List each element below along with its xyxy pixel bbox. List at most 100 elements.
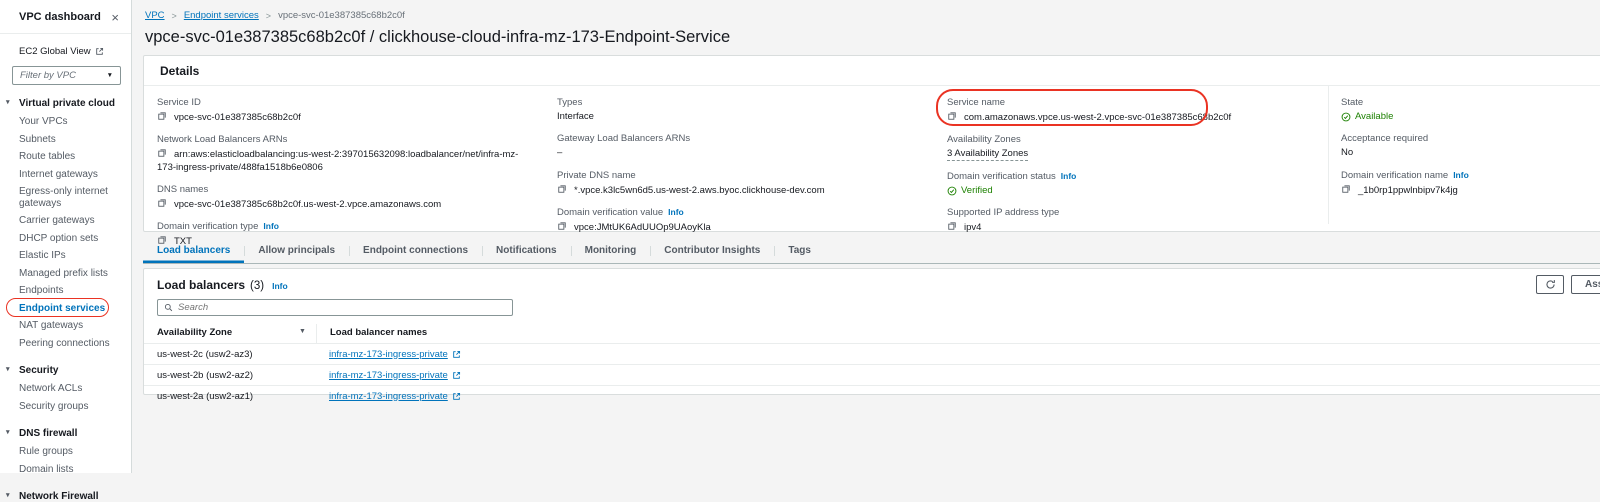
dns-names-value: vpce-svc-01e387385c68b2c0f.us-west-2.vpc… <box>174 199 441 210</box>
section-label: Virtual private cloud <box>19 98 115 109</box>
sidebar-section-header-dns-firewall[interactable]: ▾ DNS firewall <box>0 428 131 439</box>
availability-zone-cell: us-west-2a (usw2-az1) <box>144 386 316 406</box>
sidebar-item-endpoints[interactable]: Endpoints <box>0 282 131 300</box>
copy-icon[interactable] <box>947 221 957 231</box>
availability-zones-link[interactable]: 3 Availability Zones <box>947 148 1028 161</box>
service-name-value: com.amazonaws.vpce.us-west-2.vpce-svc-01… <box>964 112 1231 123</box>
field-label: Private DNS name <box>557 170 927 181</box>
sidebar-section-network-firewall: ▾ Network Firewall <box>0 491 131 502</box>
sidebar-item-domain-lists[interactable]: Domain lists <box>0 461 131 479</box>
column-divider <box>1328 86 1329 224</box>
sidebar-section-header-security[interactable]: ▾ Security <box>0 365 131 376</box>
verified-status-badge: Verified <box>947 185 1307 197</box>
copy-icon[interactable] <box>557 184 567 194</box>
copy-icon[interactable] <box>157 148 167 158</box>
info-link[interactable]: Info <box>272 281 288 291</box>
info-link[interactable]: Info <box>668 207 684 217</box>
close-icon[interactable]: × <box>111 13 119 22</box>
vpc-filter-select[interactable]: Filter by VPC ▼ <box>12 66 121 85</box>
load-balancer-link-text: infra-mz-173-ingress-private <box>329 391 448 402</box>
label-text: Domain verification value <box>557 207 663 218</box>
availability-zone-cell: us-west-2b (usw2-az2) <box>144 365 316 385</box>
sidebar-section-header-vpc[interactable]: ▾ Virtual private cloud <box>0 98 131 109</box>
sidebar-item-nat-gateways[interactable]: NAT gateways <box>0 317 131 335</box>
detail-tabs: Load balancers Allow principals Endpoint… <box>143 239 1600 264</box>
column-header-label: Load balancer names <box>330 327 427 338</box>
sidebar-item-elastic-ips[interactable]: Elastic IPs <box>0 247 131 265</box>
load-balancer-link[interactable]: infra-mz-173-ingress-private <box>329 370 461 381</box>
tab-allow-principals[interactable]: Allow principals <box>244 239 349 263</box>
copy-icon[interactable] <box>157 111 167 121</box>
info-link[interactable]: Info <box>263 221 279 231</box>
field-value: vpce-svc-01e387385c68b2c0f <box>157 111 535 124</box>
chevron-down-icon: ▼ <box>107 72 113 79</box>
sidebar-item-subnets[interactable]: Subnets <box>0 131 131 149</box>
breadcrumb-vpc[interactable]: VPC <box>145 10 165 21</box>
search-box[interactable] <box>157 299 513 316</box>
load-balancer-link-text: infra-mz-173-ingress-private <box>329 370 448 381</box>
load-balancers-header: Load balancers (3) Info <box>144 269 1600 292</box>
vpc-sidebar: VPC dashboard × EC2 Global View Filter b… <box>0 0 132 473</box>
service-id-value: vpce-svc-01e387385c68b2c0f <box>174 112 301 123</box>
search-input[interactable] <box>178 302 506 313</box>
ec2-global-view-link[interactable]: EC2 Global View <box>19 46 131 57</box>
sidebar-section-header-network-firewall[interactable]: ▾ Network Firewall <box>0 491 131 502</box>
associate-button[interactable]: Asso <box>1571 275 1600 294</box>
label-text: Domain verification status <box>947 171 1056 182</box>
sidebar-item-rule-groups[interactable]: Rule groups <box>0 443 131 461</box>
field-glb-arns: Gateway Load Balancers ARNs – <box>557 133 927 159</box>
check-circle-icon <box>1341 112 1351 122</box>
sidebar-item-your-vpcs[interactable]: Your VPCs <box>0 113 131 131</box>
field-label: Domain verification type Info <box>157 221 535 232</box>
state-text: Available <box>1355 111 1393 123</box>
refresh-button[interactable] <box>1536 275 1564 294</box>
tab-tags[interactable]: Tags <box>774 239 825 263</box>
tab-monitoring[interactable]: Monitoring <box>571 239 651 263</box>
tab-load-balancers[interactable]: Load balancers <box>143 239 244 263</box>
breadcrumb-current: vpce-svc-01e387385c68b2c0f <box>278 10 405 21</box>
copy-icon[interactable] <box>157 198 167 208</box>
sidebar-item-internet-gateways[interactable]: Internet gateways <box>0 166 131 184</box>
field-label: Network Load Balancers ARNs <box>157 134 535 145</box>
column-header-availability-zone[interactable]: Availability Zone ▼ <box>144 324 316 343</box>
copy-icon[interactable] <box>557 221 567 231</box>
sort-descending-icon[interactable]: ▼ <box>299 328 306 335</box>
info-link[interactable]: Info <box>1453 170 1469 180</box>
field-domain-verification-name: Domain verification nameInfo _1b0rp1ppwl… <box>1341 170 1596 197</box>
external-link-icon <box>95 47 104 56</box>
load-balancer-link[interactable]: infra-mz-173-ingress-private <box>329 349 461 360</box>
tab-endpoint-connections[interactable]: Endpoint connections <box>349 239 482 263</box>
vpc-filter-placeholder: Filter by VPC <box>20 70 76 81</box>
sidebar-item-network-acls[interactable]: Network ACLs <box>0 380 131 398</box>
info-link[interactable]: Info <box>1061 171 1077 181</box>
sidebar-item-peering-connections[interactable]: Peering connections <box>0 335 131 353</box>
sidebar-item-route-tables[interactable]: Route tables <box>0 148 131 166</box>
verified-status-text: Verified <box>961 185 993 197</box>
breadcrumb-endpoint-services[interactable]: Endpoint services <box>184 10 259 21</box>
table-header-row: Availability Zone ▼ Load balancer names <box>144 324 1600 343</box>
section-caret-icon: ▾ <box>6 365 10 373</box>
load-balancer-link[interactable]: infra-mz-173-ingress-private <box>329 391 461 402</box>
label-text: Domain verification type <box>157 221 258 232</box>
sidebar-item-endpoint-services[interactable]: Endpoint services <box>0 300 131 318</box>
sidebar-item-security-groups[interactable]: Security groups <box>0 398 131 416</box>
sidebar-item-dhcp-option-sets[interactable]: DHCP option sets <box>0 230 131 248</box>
field-label: Types <box>557 97 927 108</box>
column-header-load-balancer-names: Load balancer names <box>316 324 1600 343</box>
details-column-1: Service ID vpce-svc-01e387385c68b2c0f Ne… <box>157 97 535 259</box>
sidebar-item-managed-prefix-lists[interactable]: Managed prefix lists <box>0 265 131 283</box>
column-header-label: Availability Zone <box>157 327 232 338</box>
load-balancers-count: (3) <box>250 280 264 292</box>
copy-icon[interactable] <box>1341 184 1351 194</box>
sidebar-item-carrier-gateways[interactable]: Carrier gateways <box>0 212 131 230</box>
tab-notifications[interactable]: Notifications <box>482 239 571 263</box>
sidebar-item-egress-only-internet-gateways[interactable]: Egress-only internet gateways <box>0 183 131 212</box>
field-label: State <box>1341 97 1596 108</box>
tab-contributor-insights[interactable]: Contributor Insights <box>650 239 774 263</box>
copy-icon[interactable] <box>947 111 957 121</box>
field-value: vpce:JMtUK6AdUUOp9UAoyKla <box>557 221 927 234</box>
details-body: Service ID vpce-svc-01e387385c68b2c0f Ne… <box>144 86 1600 234</box>
section-caret-icon: ▾ <box>6 428 10 436</box>
field-value: 3 Availability Zones <box>947 148 1307 160</box>
external-link-icon <box>452 350 461 359</box>
